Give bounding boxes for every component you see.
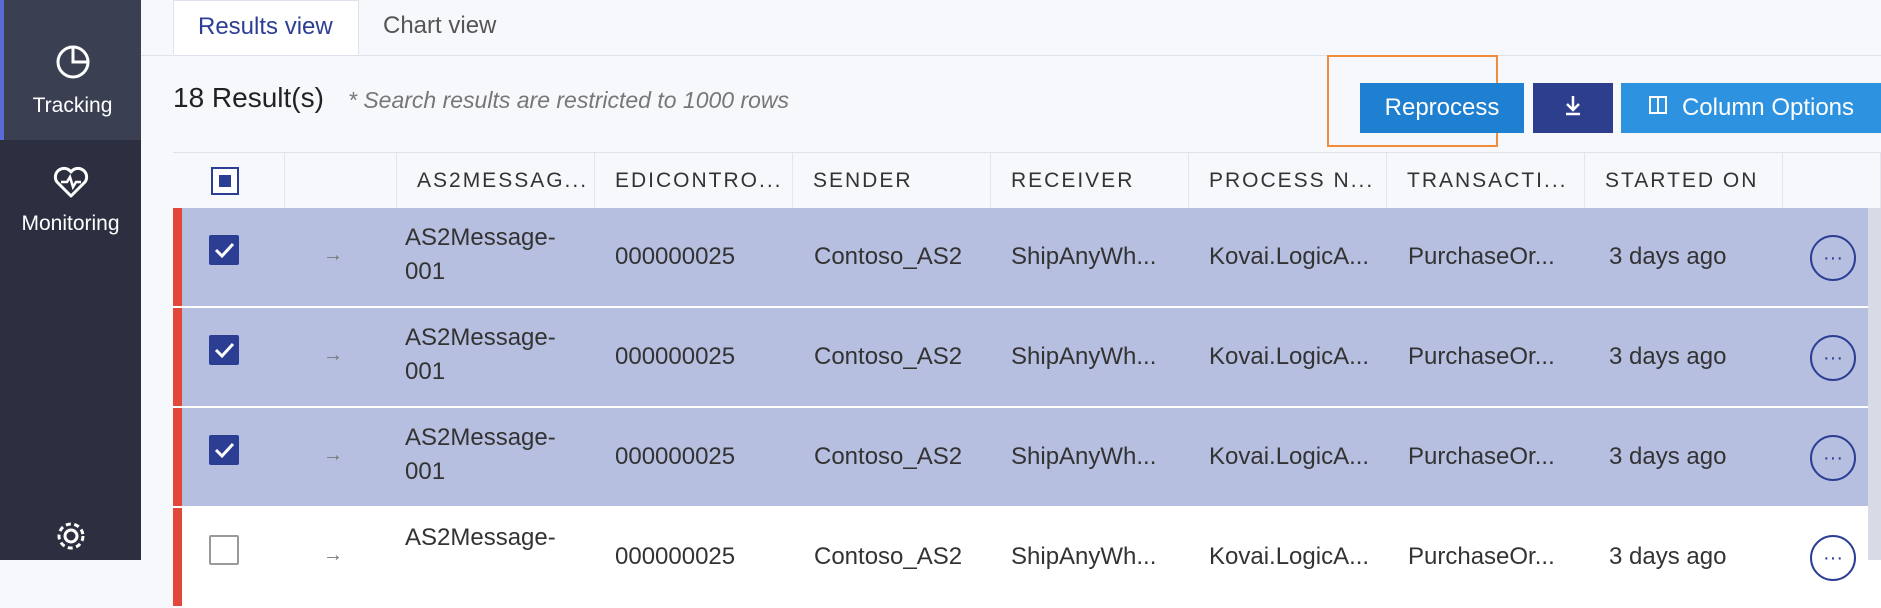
- column-header-transaction[interactable]: TRANSACTI...: [1387, 153, 1585, 209]
- download-button[interactable]: [1533, 83, 1613, 133]
- cell-receiver: ShipAnyWh...: [1011, 543, 1157, 570]
- cell-receiver: ShipAnyWh...: [1011, 343, 1157, 370]
- more-options-button[interactable]: ···: [1810, 235, 1856, 281]
- sidebar: Tracking Monitoring: [0, 0, 141, 560]
- ellipsis-icon: ···: [1823, 446, 1843, 469]
- cell-sender: Contoso_AS2: [814, 543, 963, 570]
- sidebar-item-tracking[interactable]: Tracking: [0, 0, 141, 140]
- table-row[interactable]: → AS2Message- 001 000000025 Contoso_AS2 ShipA…: [173, 308, 1881, 408]
- row-checkbox[interactable]: [209, 235, 239, 265]
- column-header-sender[interactable]: SENDER: [793, 153, 991, 209]
- row-checkbox[interactable]: [209, 435, 239, 465]
- results-table: AS2MESSAG... EDICONTRO... SENDER RECEIVE…: [173, 152, 1881, 608]
- cell-edicontrol: 000000025: [615, 243, 736, 270]
- table-row[interactable]: → AS2Message- 001 000000025 Contoso_AS2 ShipA…: [173, 408, 1881, 508]
- tab-chart-view[interactable]: Chart view: [359, 0, 529, 55]
- cell-process-name: Kovai.LogicA...: [1209, 343, 1370, 370]
- cell-started-on: 3 days ago: [1609, 543, 1727, 570]
- status-indicator: [173, 408, 182, 506]
- column-options-label: Column Options: [1681, 94, 1855, 121]
- table-row[interactable]: → AS2Message- 000000025 Contoso_AS2 ShipAnyW…: [173, 508, 1881, 608]
- cell-as2message-line2: 001: [405, 258, 446, 285]
- sidebar-item-monitoring[interactable]: Monitoring: [0, 140, 141, 280]
- cell-transaction: PurchaseOr...: [1408, 243, 1555, 270]
- header-actions-cell: [1783, 153, 1881, 209]
- header-expand-cell: [285, 153, 397, 209]
- column-header-started-on[interactable]: STARTED ON: [1585, 153, 1783, 209]
- cell-as2message-line2: 001: [405, 458, 446, 485]
- expand-arrow-icon[interactable]: →: [323, 444, 343, 467]
- tab-results-view[interactable]: Results view: [173, 0, 359, 55]
- heart-pulse-icon: [53, 164, 89, 205]
- cell-as2message-line1: AS2Message-: [405, 324, 556, 351]
- status-indicator: [173, 508, 182, 606]
- more-options-button[interactable]: ···: [1810, 535, 1856, 581]
- cell-as2message-line1: AS2Message-: [405, 424, 556, 451]
- status-indicator: [173, 208, 182, 306]
- select-all-checkbox[interactable]: [211, 167, 239, 195]
- cell-edicontrol: 000000025: [615, 443, 736, 470]
- cell-started-on: 3 days ago: [1609, 443, 1727, 470]
- ellipsis-icon: ···: [1823, 246, 1843, 269]
- cell-process-name: Kovai.LogicA...: [1209, 443, 1370, 470]
- column-options-button[interactable]: Column Options: [1621, 83, 1881, 133]
- column-header-as2message[interactable]: AS2MESSAG...: [397, 153, 595, 209]
- header-select-all-cell: [173, 153, 285, 209]
- cell-started-on: 3 days ago: [1609, 343, 1727, 370]
- sidebar-item-label: Monitoring: [21, 212, 120, 235]
- cell-started-on: 3 days ago: [1609, 243, 1727, 270]
- more-options-button[interactable]: ···: [1810, 435, 1856, 481]
- results-restriction-note: * Search results are restricted to 1000 …: [348, 87, 790, 113]
- more-options-button[interactable]: ···: [1810, 335, 1856, 381]
- results-count: 18 Result(s): [173, 82, 324, 113]
- tab-bar: Results view Chart view: [141, 0, 1881, 56]
- cell-transaction: PurchaseOr...: [1408, 443, 1555, 470]
- cell-process-name: Kovai.LogicA...: [1209, 543, 1370, 570]
- cell-sender: Contoso_AS2: [814, 343, 963, 370]
- reprocess-button[interactable]: Reprocess: [1360, 83, 1524, 133]
- ellipsis-icon: ···: [1823, 346, 1843, 369]
- sidebar-item-label: Tracking: [32, 94, 113, 117]
- cell-as2message-line1: AS2Message-: [405, 224, 556, 251]
- main-panel: Results view Chart view 18 Result(s) * S…: [141, 0, 1881, 608]
- ellipsis-icon: ···: [1823, 546, 1843, 569]
- cell-transaction: PurchaseOr...: [1408, 343, 1555, 370]
- column-header-receiver[interactable]: RECEIVER: [991, 153, 1189, 209]
- table-header: AS2MESSAG... EDICONTRO... SENDER RECEIVE…: [173, 152, 1881, 210]
- expand-arrow-icon[interactable]: →: [323, 244, 343, 267]
- gear-icon[interactable]: [53, 518, 89, 559]
- columns-icon: [1648, 94, 1668, 122]
- cell-receiver: ShipAnyWh...: [1011, 243, 1157, 270]
- cell-process-name: Kovai.LogicA...: [1209, 243, 1370, 270]
- cell-sender: Contoso_AS2: [814, 443, 963, 470]
- pie-chart-icon: [55, 44, 91, 85]
- cell-edicontrol: 000000025: [615, 543, 736, 570]
- status-indicator: [173, 308, 182, 406]
- cell-edicontrol: 000000025: [615, 343, 736, 370]
- cell-as2message-line2: 001: [405, 358, 446, 385]
- table-row[interactable]: → AS2Message- 001 000000025 Contoso_AS2 ShipA…: [173, 208, 1881, 308]
- download-icon: [1562, 94, 1584, 123]
- expand-arrow-icon[interactable]: →: [323, 344, 343, 367]
- row-checkbox[interactable]: [209, 335, 239, 365]
- cell-receiver: ShipAnyWh...: [1011, 443, 1157, 470]
- vertical-scrollbar[interactable]: [1868, 208, 1881, 560]
- column-header-edicontrol[interactable]: EDICONTRO...: [595, 153, 793, 209]
- cell-sender: Contoso_AS2: [814, 243, 963, 270]
- row-checkbox[interactable]: [209, 535, 239, 565]
- column-header-process-name[interactable]: PROCESS N...: [1189, 153, 1387, 209]
- cell-transaction: PurchaseOr...: [1408, 543, 1555, 570]
- cell-as2message-line1: AS2Message-: [405, 524, 556, 551]
- expand-arrow-icon[interactable]: →: [323, 544, 343, 567]
